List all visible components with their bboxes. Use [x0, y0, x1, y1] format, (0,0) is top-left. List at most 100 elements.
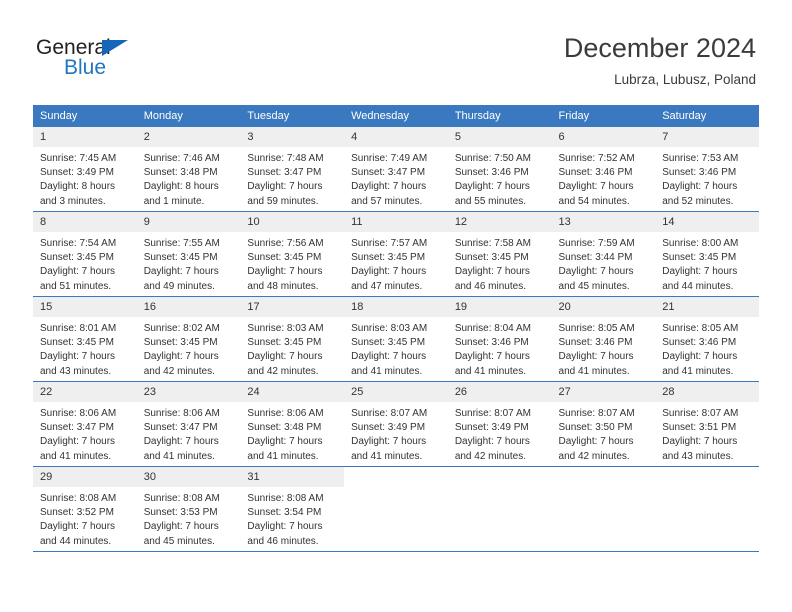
day-cell[interactable]: 18 Sunrise: 8:03 AM Sunset: 3:45 PM Dayl… [344, 296, 448, 382]
weekday-header-tuesday: Tuesday [240, 105, 345, 127]
daylight-text-line1: Daylight: 7 hours [247, 436, 323, 448]
daylight-text-line1: Daylight: 7 hours [40, 266, 116, 278]
sunrise-text: Sunrise: 7:57 AM [351, 238, 428, 249]
day-number: 21 [655, 297, 759, 317]
sunset-text: Sunset: 3:47 PM [40, 422, 114, 434]
day-cell[interactable]: 2 Sunrise: 7:46 AM Sunset: 3:48 PM Dayli… [136, 127, 241, 212]
day-cell[interactable]: 30 Sunrise: 8:08 AM Sunset: 3:53 PM Dayl… [136, 466, 241, 552]
daylight-text-line2: and 51 minutes. [40, 280, 112, 292]
daylight-text-line1: Daylight: 7 hours [40, 351, 116, 363]
daylight-text-line1: Daylight: 7 hours [662, 266, 738, 278]
daylight-text-line1: Daylight: 7 hours [558, 351, 634, 363]
day-cell[interactable]: 26 Sunrise: 8:07 AM Sunset: 3:49 PM Dayl… [447, 381, 552, 467]
day-cell[interactable]: 6 Sunrise: 7:52 AM Sunset: 3:46 PM Dayli… [551, 127, 656, 212]
daylight-text-line2: and 48 minutes. [247, 280, 319, 292]
daylight-text-line2: and 41 minutes. [558, 365, 630, 377]
day-cell[interactable]: 11 Sunrise: 7:57 AM Sunset: 3:45 PM Dayl… [344, 211, 448, 297]
day-cell[interactable]: 8 Sunrise: 7:54 AM Sunset: 3:45 PM Dayli… [33, 211, 137, 297]
daylight-text-line1: Daylight: 7 hours [143, 266, 219, 278]
day-cell[interactable]: 20 Sunrise: 8:05 AM Sunset: 3:46 PM Dayl… [551, 296, 656, 382]
day-cell[interactable]: 17 Sunrise: 8:03 AM Sunset: 3:45 PM Dayl… [240, 296, 345, 382]
sunrise-text: Sunrise: 7:55 AM [143, 238, 220, 249]
sunrise-text: Sunrise: 8:07 AM [454, 408, 531, 419]
day-cell[interactable]: 12 Sunrise: 7:58 AM Sunset: 3:45 PM Dayl… [447, 211, 552, 297]
day-details: Sunrise: 8:08 AM Sunset: 3:54 PM Dayligh… [240, 487, 344, 549]
day-cell[interactable]: 19 Sunrise: 8:04 AM Sunset: 3:46 PM Dayl… [447, 296, 552, 382]
day-number: 27 [551, 382, 656, 402]
sunset-text: Sunset: 3:45 PM [351, 252, 426, 264]
day-number: 4 [344, 127, 448, 147]
day-cell[interactable]: 3 Sunrise: 7:48 AM Sunset: 3:47 PM Dayli… [240, 127, 345, 212]
day-details: Sunrise: 7:58 AM Sunset: 3:45 PM Dayligh… [448, 232, 552, 294]
calendar-week-row: 8 Sunrise: 7:54 AM Sunset: 3:45 PM Dayli… [33, 211, 759, 297]
day-cell[interactable]: 4 Sunrise: 7:49 AM Sunset: 3:47 PM Dayli… [344, 127, 448, 212]
day-cell[interactable]: 10 Sunrise: 7:56 AM Sunset: 3:45 PM Dayl… [240, 211, 345, 297]
sunset-text: Sunset: 3:51 PM [662, 422, 737, 434]
day-number [551, 467, 656, 487]
day-cell[interactable]: 22 Sunrise: 8:06 AM Sunset: 3:47 PM Dayl… [33, 381, 137, 467]
day-number: 5 [447, 127, 552, 147]
sunset-text: Sunset: 3:45 PM [247, 337, 322, 349]
day-cell[interactable]: 25 Sunrise: 8:07 AM Sunset: 3:49 PM Dayl… [344, 381, 448, 467]
daylight-text-line1: Daylight: 7 hours [247, 521, 323, 533]
day-number: 3 [240, 127, 345, 147]
day-cell[interactable]: 5 Sunrise: 7:50 AM Sunset: 3:46 PM Dayli… [447, 127, 552, 212]
daylight-text-line2: and 41 minutes. [351, 365, 423, 377]
day-cell[interactable]: 23 Sunrise: 8:06 AM Sunset: 3:47 PM Dayl… [136, 381, 241, 467]
sunset-text: Sunset: 3:46 PM [662, 337, 737, 349]
weekday-header-row: Sunday Monday Tuesday Wednesday Thursday… [33, 105, 759, 127]
sunset-text: Sunset: 3:47 PM [143, 422, 218, 434]
calendar-body: 1 Sunrise: 7:45 AM Sunset: 3:49 PM Dayli… [33, 127, 759, 552]
calendar-grid: Sunday Monday Tuesday Wednesday Thursday… [33, 105, 759, 552]
daylight-text-line1: Daylight: 7 hours [143, 436, 219, 448]
daylight-text-line1: Daylight: 7 hours [247, 181, 323, 193]
daylight-text-line1: Daylight: 7 hours [40, 521, 116, 533]
day-cell[interactable]: 28 Sunrise: 8:07 AM Sunset: 3:51 PM Dayl… [655, 381, 759, 467]
sunrise-text: Sunrise: 7:48 AM [247, 153, 324, 164]
brand-logo[interactable]: General Blue [36, 36, 166, 84]
daylight-text-line2: and 45 minutes. [558, 280, 630, 292]
day-details: Sunrise: 8:00 AM Sunset: 3:45 PM Dayligh… [655, 232, 759, 294]
day-details: Sunrise: 7:55 AM Sunset: 3:45 PM Dayligh… [137, 232, 241, 294]
calendar-week-row: 15 Sunrise: 8:01 AM Sunset: 3:45 PM Dayl… [33, 296, 759, 382]
day-cell[interactable]: 16 Sunrise: 8:02 AM Sunset: 3:45 PM Dayl… [136, 296, 241, 382]
day-details: Sunrise: 7:53 AM Sunset: 3:46 PM Dayligh… [655, 147, 759, 209]
day-cell[interactable]: 27 Sunrise: 8:07 AM Sunset: 3:50 PM Dayl… [551, 381, 656, 467]
day-cell[interactable]: 15 Sunrise: 8:01 AM Sunset: 3:45 PM Dayl… [33, 296, 137, 382]
day-number: 23 [136, 382, 241, 402]
calendar-week-row: 1 Sunrise: 7:45 AM Sunset: 3:49 PM Dayli… [33, 127, 759, 212]
sunrise-text: Sunrise: 8:00 AM [662, 238, 739, 249]
day-details: Sunrise: 7:50 AM Sunset: 3:46 PM Dayligh… [448, 147, 552, 209]
day-cell[interactable]: 24 Sunrise: 8:06 AM Sunset: 3:48 PM Dayl… [240, 381, 345, 467]
day-cell[interactable]: 21 Sunrise: 8:05 AM Sunset: 3:46 PM Dayl… [655, 296, 759, 382]
daylight-text-line2: and 57 minutes. [351, 195, 423, 207]
day-details: Sunrise: 7:49 AM Sunset: 3:47 PM Dayligh… [344, 147, 448, 209]
day-cell[interactable]: 7 Sunrise: 7:53 AM Sunset: 3:46 PM Dayli… [655, 127, 759, 212]
day-number: 19 [447, 297, 552, 317]
day-cell[interactable]: 13 Sunrise: 7:59 AM Sunset: 3:44 PM Dayl… [551, 211, 656, 297]
weekday-header-thursday: Thursday [447, 105, 552, 127]
sunset-text: Sunset: 3:48 PM [143, 167, 218, 179]
weekday-header-friday: Friday [551, 105, 656, 127]
day-details: Sunrise: 7:54 AM Sunset: 3:45 PM Dayligh… [33, 232, 137, 294]
day-cell[interactable]: 9 Sunrise: 7:55 AM Sunset: 3:45 PM Dayli… [136, 211, 241, 297]
day-cell[interactable]: 31 Sunrise: 8:08 AM Sunset: 3:54 PM Dayl… [240, 466, 345, 552]
sunrise-text: Sunrise: 8:07 AM [351, 408, 428, 419]
day-details: Sunrise: 8:06 AM Sunset: 3:48 PM Dayligh… [240, 402, 344, 464]
day-cell[interactable]: 1 Sunrise: 7:45 AM Sunset: 3:49 PM Dayli… [33, 127, 137, 212]
daylight-text-line1: Daylight: 7 hours [454, 436, 530, 448]
day-cell[interactable]: 14 Sunrise: 8:00 AM Sunset: 3:45 PM Dayl… [655, 211, 759, 297]
daylight-text-line2: and 1 minute. [143, 195, 205, 207]
sunrise-text: Sunrise: 8:04 AM [454, 323, 531, 334]
sunset-text: Sunset: 3:46 PM [454, 167, 529, 179]
day-details: Sunrise: 7:48 AM Sunset: 3:47 PM Dayligh… [240, 147, 344, 209]
daylight-text-line2: and 45 minutes. [143, 535, 215, 547]
day-cell[interactable]: 29 Sunrise: 8:08 AM Sunset: 3:52 PM Dayl… [33, 466, 137, 552]
daylight-text-line1: Daylight: 7 hours [40, 436, 116, 448]
day-number: 12 [447, 212, 552, 232]
daylight-text-line2: and 52 minutes. [662, 195, 734, 207]
sunrise-text: Sunrise: 8:07 AM [558, 408, 635, 419]
daylight-text-line1: Daylight: 7 hours [558, 181, 634, 193]
daylight-text-line1: Daylight: 7 hours [247, 351, 323, 363]
daylight-text-line1: Daylight: 7 hours [454, 266, 530, 278]
